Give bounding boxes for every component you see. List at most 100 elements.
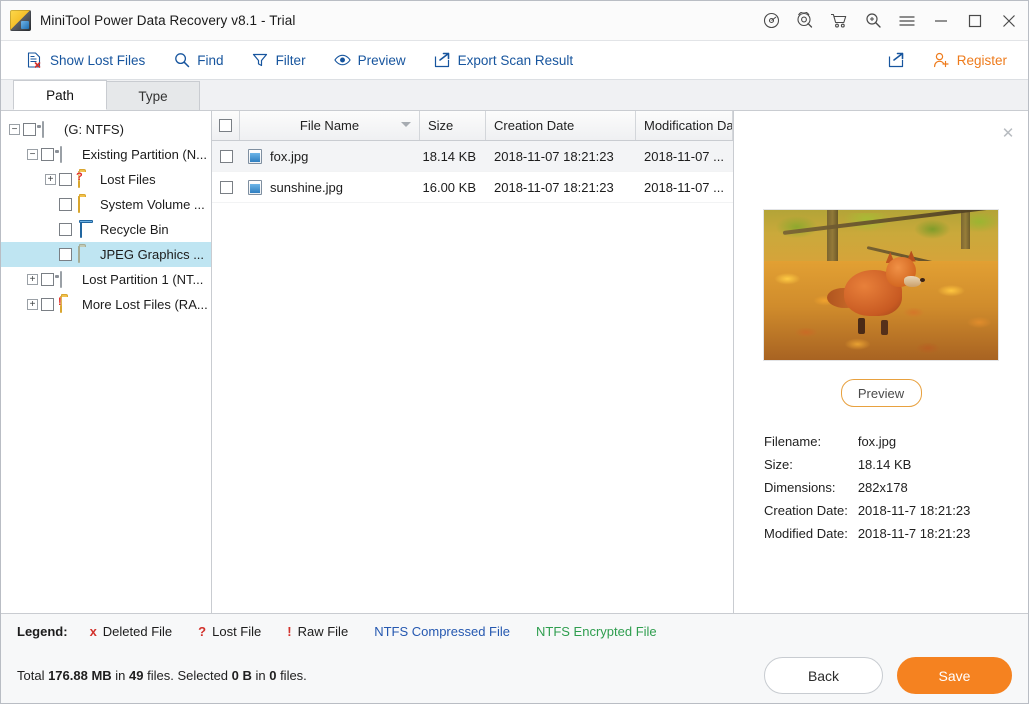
legend-lost-file: ? Lost File <box>198 624 261 639</box>
window-controls <box>754 2 1026 39</box>
tree-item-existing-partition[interactable]: − Existing Partition (N... <box>1 142 211 167</box>
status-summary: Total 176.88 MB in 49 files. Selected 0 … <box>17 668 307 683</box>
column-header-label: File Name <box>300 118 359 133</box>
main-toolbar: Show Lost Files Find Filter Preview Expo… <box>1 41 1028 80</box>
tree-checkbox[interactable] <box>23 123 36 136</box>
share-button[interactable] <box>879 48 914 73</box>
preview-open-label: Preview <box>858 386 904 401</box>
tree-item-lost-files[interactable]: + ? Lost Files <box>1 167 211 192</box>
close-button[interactable] <box>992 2 1026 39</box>
tree-checkbox[interactable] <box>41 298 54 311</box>
tree-item-more-lost-files[interactable]: + ! More Lost Files (RA... <box>1 292 211 317</box>
close-icon[interactable]: ✕ <box>1000 126 1016 142</box>
save-label: Save <box>939 668 971 684</box>
tree-checkbox[interactable] <box>59 223 72 236</box>
disc-scan-icon[interactable] <box>754 2 788 39</box>
save-button[interactable]: Save <box>897 657 1012 694</box>
filter-button[interactable]: Filter <box>243 48 315 73</box>
folder-exclaim-icon: ! <box>60 297 77 312</box>
tab-type[interactable]: Type <box>106 81 200 110</box>
find-button[interactable]: Find <box>164 48 232 73</box>
tree-checkbox[interactable] <box>41 148 54 161</box>
column-header-modification-date[interactable]: Modification Date <box>636 111 733 140</box>
total-mid: in <box>112 668 129 683</box>
content-area: − (G: NTFS) − Existing Partition (N... +… <box>1 111 1028 613</box>
tree-item-system-volume[interactable]: System Volume ... <box>1 192 211 217</box>
legend-title: Legend: <box>17 624 68 639</box>
total-count: 49 <box>129 668 143 683</box>
tree-item-label: Lost Files <box>100 172 156 187</box>
tree-item-recycle-bin[interactable]: Recycle Bin <box>1 217 211 242</box>
table-row[interactable]: fox.jpg 18.14 KB 2018-11-07 18:21:23 201… <box>212 141 733 172</box>
register-button[interactable]: Register <box>924 48 1016 73</box>
select-all-checkbox[interactable] <box>219 119 232 132</box>
preview-button[interactable]: Preview <box>325 48 415 73</box>
thumb-fox-nose <box>920 278 925 282</box>
expander-none <box>45 224 56 235</box>
eye-icon <box>334 52 351 69</box>
legend-deleted-label: Deleted File <box>103 624 172 639</box>
tree-item-g-ntfs[interactable]: − (G: NTFS) <box>1 117 211 142</box>
shopping-cart-icon[interactable] <box>822 2 856 39</box>
register-label: Register <box>957 53 1007 68</box>
share-arrow-icon <box>888 52 905 69</box>
legend-raw-label: Raw File <box>298 624 349 639</box>
tree-item-jpeg-graphics[interactable]: JPEG Graphics ... <box>1 242 211 267</box>
expander-minus-icon[interactable]: − <box>27 149 38 160</box>
preview-thumbnail[interactable] <box>764 210 998 360</box>
column-header-label: Modification Date <box>644 118 733 133</box>
thumb-fox-leg-2 <box>881 320 888 335</box>
image-file-icon <box>248 180 262 195</box>
select-all-header[interactable] <box>212 111 240 140</box>
cell-size: 16.00 KB <box>420 180 486 195</box>
tree-item-label: Lost Partition 1 (NT... <box>82 272 203 287</box>
directory-tree-panel[interactable]: − (G: NTFS) − Existing Partition (N... +… <box>1 111 212 613</box>
selected-suffix: files. <box>276 668 306 683</box>
drive-icon <box>60 147 77 162</box>
tree-checkbox[interactable] <box>59 248 72 261</box>
thumb-tree-trunk-2 <box>961 210 970 249</box>
deleted-x-icon: x <box>90 624 97 639</box>
maximize-button[interactable] <box>958 2 992 39</box>
column-header-size[interactable]: Size <box>420 111 486 140</box>
search-magnifier-icon[interactable] <box>856 2 890 39</box>
tab-path-label: Path <box>46 88 74 103</box>
export-scan-result-button[interactable]: Export Scan Result <box>425 48 583 73</box>
preview-panel: ✕ Preview <box>733 111 1028 613</box>
cell-file-name: sunshine.jpg <box>240 180 420 195</box>
expander-plus-icon[interactable]: + <box>45 174 56 185</box>
row-checkbox-cell[interactable] <box>212 181 240 194</box>
document-x-icon <box>26 52 43 69</box>
file-name-label: fox.jpg <box>270 149 308 164</box>
back-button[interactable]: Back <box>764 657 883 694</box>
row-checkbox-cell[interactable] <box>212 150 240 163</box>
tab-path[interactable]: Path <box>13 80 107 110</box>
support-headset-icon[interactable] <box>788 2 822 39</box>
column-header-creation-date[interactable]: Creation Date <box>486 111 636 140</box>
filter-label: Filter <box>276 53 306 68</box>
tree-checkbox[interactable] <box>59 198 72 211</box>
folder-gray-icon <box>78 247 95 262</box>
preview-open-button[interactable]: Preview <box>841 379 922 407</box>
application-window: MiniTool Power Data Recovery v8.1 - Tria… <box>0 0 1029 704</box>
preview-metadata: Filename: fox.jpg Size: 18.14 KB Dimensi… <box>764 434 998 541</box>
minimize-button[interactable] <box>924 2 958 39</box>
expander-plus-icon[interactable]: + <box>27 299 38 310</box>
search-icon <box>173 52 190 69</box>
tree-item-lost-partition-1[interactable]: + Lost Partition 1 (NT... <box>1 267 211 292</box>
row-checkbox[interactable] <box>220 181 233 194</box>
column-header-file-name[interactable]: File Name <box>240 111 420 140</box>
hamburger-menu-icon[interactable] <box>890 2 924 39</box>
total-size: 176.88 MB <box>48 668 112 683</box>
show-lost-files-button[interactable]: Show Lost Files <box>17 48 154 73</box>
expander-minus-icon[interactable]: − <box>9 124 20 135</box>
row-checkbox[interactable] <box>220 150 233 163</box>
tree-checkbox[interactable] <box>59 173 72 186</box>
meta-value-size: 18.14 KB <box>858 457 998 472</box>
expander-plus-icon[interactable]: + <box>27 274 38 285</box>
table-row[interactable]: sunshine.jpg 16.00 KB 2018-11-07 18:21:2… <box>212 172 733 203</box>
tree-checkbox[interactable] <box>41 273 54 286</box>
cell-creation-date: 2018-11-07 18:21:23 <box>486 180 636 195</box>
export-arrow-icon <box>434 52 451 69</box>
meta-value-creation-date: 2018-11-7 18:21:23 <box>858 503 998 518</box>
